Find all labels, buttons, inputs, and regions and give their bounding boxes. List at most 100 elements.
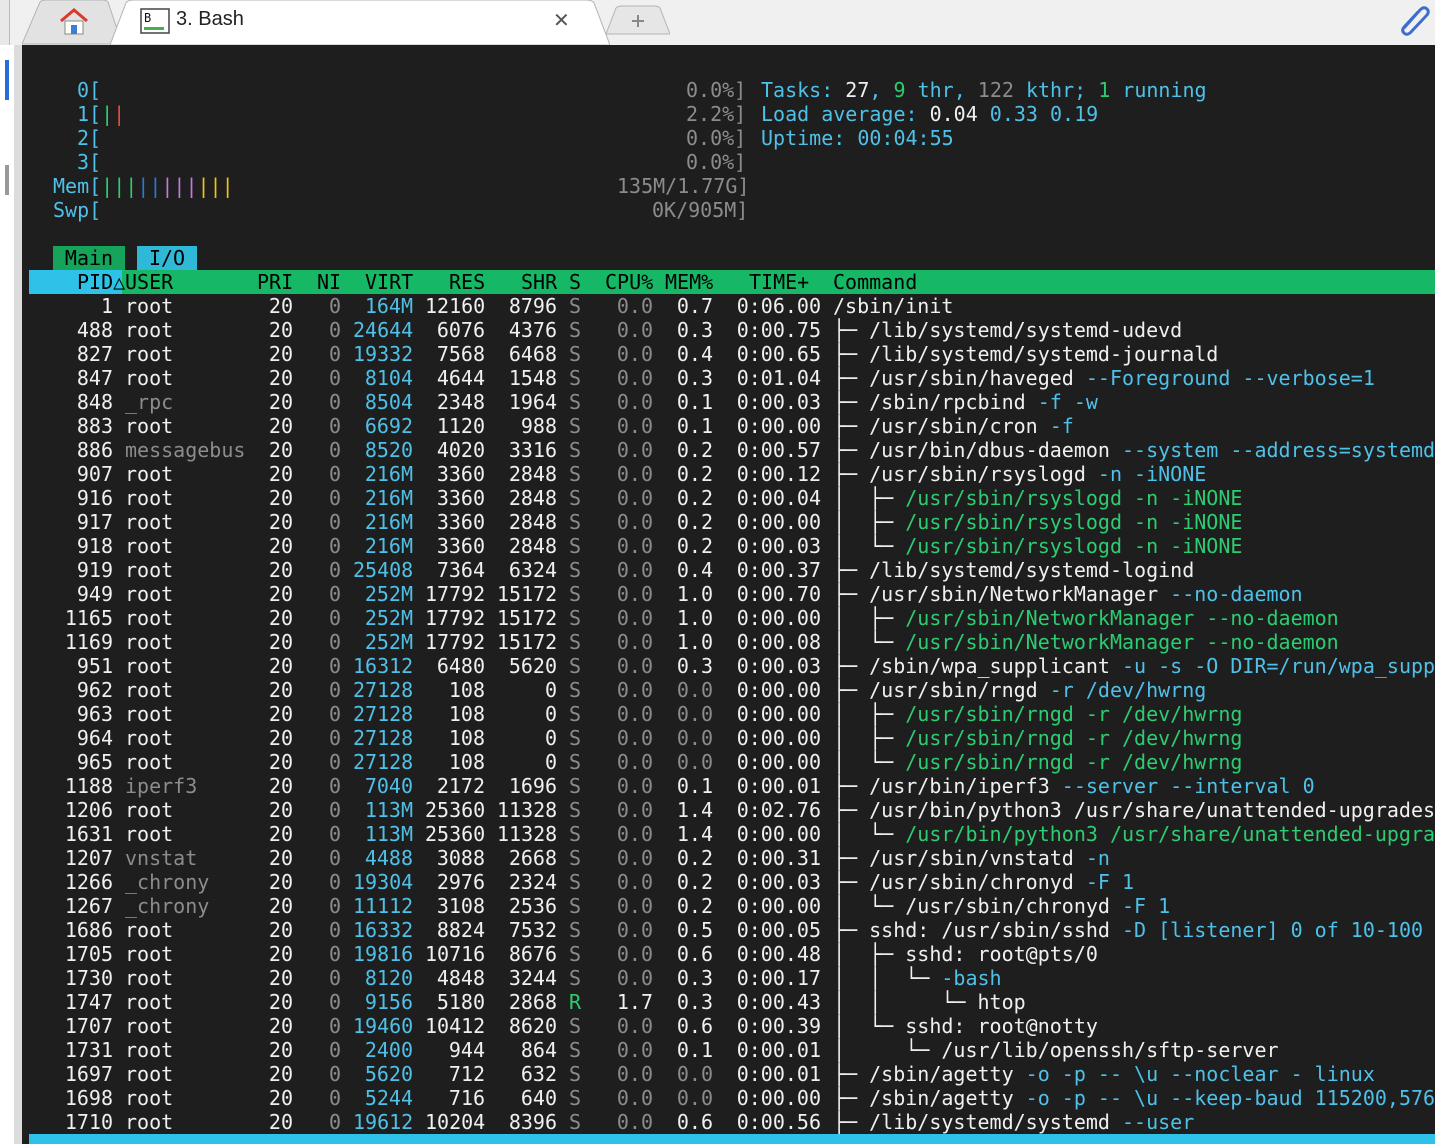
col-virt[interactable]: VIRT bbox=[365, 270, 413, 294]
process-row[interactable]: 848 _rpc 20 0 8504 2348 1964 S 0.0 0.1 0:00.03 ├─ /… bbox=[29, 390, 1435, 414]
process-row[interactable]: 1165 root 20 0 252M 17792 15172 S 0.0 1.0 0:00.00 │… bbox=[29, 606, 1435, 630]
cell-s: S bbox=[569, 702, 582, 726]
tab-main[interactable]: Main bbox=[53, 246, 125, 270]
process-row[interactable]: 1188 iperf3 20 0 7040 2172 1696 S 0.0 0.1 0:00.01 ├… bbox=[29, 774, 1435, 798]
cell-pri: 20 bbox=[268, 342, 293, 366]
paperclip-icon[interactable] bbox=[1396, 2, 1432, 36]
load-average: Load average: 0.04 0.33 0.19 bbox=[761, 102, 1099, 126]
cell-res: 17792 bbox=[425, 582, 486, 606]
cell-pri: 20 bbox=[268, 630, 293, 654]
cell-mem: 0.2 bbox=[676, 438, 713, 462]
cell-virt: 27128 bbox=[353, 702, 414, 726]
cell-ni: 0 bbox=[328, 750, 341, 774]
tab-home[interactable] bbox=[22, 0, 122, 45]
process-row[interactable]: 962 root 20 0 27128 108 0 S 0.0 0.0 0:00.00 ├─ /usr… bbox=[29, 678, 1435, 702]
process-row[interactable]: 1206 root 20 0 113M 25360 11328 S 0.0 1.4 0:02.76 ├… bbox=[29, 798, 1435, 822]
cell-time: 0:00.01 bbox=[736, 774, 821, 798]
col-command[interactable]: Command bbox=[833, 270, 917, 294]
cell-cpu: 0.0 bbox=[616, 534, 653, 558]
process-row[interactable]: 886 messagebus 20 0 8520 4020 3316 S 0.0 0.2 0:00.… bbox=[29, 438, 1435, 462]
selected-row[interactable] bbox=[29, 1134, 1435, 1144]
cell-command: │ ├─ /usr/sbin/NetworkManager --no-daemo… bbox=[833, 606, 1339, 630]
cell-res: 3360 bbox=[436, 462, 485, 486]
cell-pid: 886 bbox=[76, 438, 113, 462]
process-row[interactable]: 1266 _chrony 20 0 19304 2976 2324 S 0.0 0.2 0:00.0… bbox=[29, 870, 1435, 894]
process-row[interactable]: 1267 _chrony 20 0 11112 3108 2536 S 0.0 0.2 0:00.0… bbox=[29, 894, 1435, 918]
tree-connector: │ └─ bbox=[833, 1014, 906, 1038]
cell-user: root bbox=[125, 990, 174, 1014]
process-row[interactable]: 1697 root 20 0 5620 712 632 S 0.0 0.0 0:00.01 ├─ /s… bbox=[29, 1062, 1435, 1086]
process-row[interactable]: 916 root 20 0 216M 3360 2848 S 0.0 0.2 0:00.04 │ ├─… bbox=[29, 486, 1435, 510]
cell-pri: 20 bbox=[268, 870, 293, 894]
cell-ni: 0 bbox=[328, 846, 341, 870]
cell-cpu: 0.0 bbox=[616, 342, 653, 366]
process-row[interactable]: 1710 root 20 0 19612 10204 8396 S 0.0 0.6 0:00.56 ├… bbox=[29, 1110, 1435, 1134]
tasks-summary: Tasks: 27, 9 thr, 122 kthr; 1 running bbox=[761, 78, 1207, 102]
process-row[interactable]: 1730 root 20 0 8120 4848 3244 S 0.0 0.3 0:00.17 │ │… bbox=[29, 966, 1435, 990]
cell-time: 0:00.00 bbox=[736, 702, 821, 726]
col-cpu[interactable]: CPU% bbox=[605, 270, 653, 294]
cell-virt: 8520 bbox=[364, 438, 413, 462]
cell-time: 0:00.03 bbox=[736, 870, 821, 894]
cell-virt: 216M bbox=[364, 510, 413, 534]
terminal-area[interactable]: 0[ 0.0%] 1[|| 2.2%] 2[ 0.0%] 3[ 0.0%] Me… bbox=[0, 45, 1435, 1144]
col-ni[interactable]: NI bbox=[317, 270, 341, 294]
col-state[interactable]: S bbox=[569, 270, 581, 294]
process-row[interactable]: 919 root 20 0 25408 7364 6324 S 0.0 0.4 0:00.37 ├─ … bbox=[29, 558, 1435, 582]
col-shr[interactable]: SHR bbox=[521, 270, 557, 294]
process-row[interactable]: 965 root 20 0 27128 108 0 S 0.0 0.0 0:00.00 │ └─ /u… bbox=[29, 750, 1435, 774]
cell-user: root bbox=[125, 654, 174, 678]
process-row[interactable]: 1686 root 20 0 16332 8824 7532 S 0.0 0.5 0:00.05 ├─… bbox=[29, 918, 1435, 942]
process-row[interactable]: 917 root 20 0 216M 3360 2848 S 0.0 0.2 0:00.00 │ ├─… bbox=[29, 510, 1435, 534]
cell-pri: 20 bbox=[268, 390, 293, 414]
col-user[interactable]: USER bbox=[125, 270, 173, 294]
process-row[interactable]: 964 root 20 0 27128 108 0 S 0.0 0.0 0:00.00 │ ├─ /u… bbox=[29, 726, 1435, 750]
cell-command: ├─ /sbin/agetty -o -p -- \u --keep-baud … bbox=[833, 1086, 1435, 1110]
cell-pid: 918 bbox=[76, 534, 113, 558]
process-row[interactable]: 1 root 20 0 164M 12160 8796 S 0.0 0.7 0:06.00/sbin… bbox=[29, 294, 1435, 318]
tree-connector: ├─ bbox=[833, 918, 870, 942]
cell-cpu: 0.0 bbox=[616, 750, 653, 774]
cell-pri: 20 bbox=[268, 606, 293, 630]
process-row[interactable]: 1747 root 20 0 9156 5180 2868 R 1.7 0.3 0:00.43 │ │… bbox=[29, 990, 1435, 1014]
cell-pid: 1266 bbox=[64, 870, 113, 894]
col-time[interactable]: TIME+ bbox=[749, 270, 809, 294]
cpu-meter-0: 0[ bbox=[77, 78, 102, 102]
process-row[interactable]: 1698 root 20 0 5244 716 640 S 0.0 0.0 0:00.00 ├─ /s… bbox=[29, 1086, 1435, 1110]
cell-virt: 8120 bbox=[364, 966, 413, 990]
cell-time: 0:00.39 bbox=[736, 1014, 821, 1038]
process-row[interactable]: 918 root 20 0 216M 3360 2848 S 0.0 0.2 0:00.03 │ └─… bbox=[29, 534, 1435, 558]
tab-bash[interactable]: B 3. Bash ✕ bbox=[110, 0, 610, 45]
cell-user: vnstat bbox=[125, 846, 198, 870]
cell-shr: 632 bbox=[520, 1062, 557, 1086]
process-row[interactable]: 1731 root 20 0 2400 944 864 S 0.0 0.1 0:00.01 │ └─ … bbox=[29, 1038, 1435, 1062]
process-row[interactable]: 1705 root 20 0 19816 10716 8676 S 0.0 0.6 0:00.48 │… bbox=[29, 942, 1435, 966]
cell-pid: 847 bbox=[76, 366, 113, 390]
process-row[interactable]: 1707 root 20 0 19460 10412 8620 S 0.0 0.6 0:00.39 │… bbox=[29, 1014, 1435, 1038]
process-row[interactable]: 488 root 20 0 24644 6076 4376 S 0.0 0.3 0:00.75 ├─ … bbox=[29, 318, 1435, 342]
process-row[interactable]: 963 root 20 0 27128 108 0 S 0.0 0.0 0:00.00 │ ├─ /u… bbox=[29, 702, 1435, 726]
cell-time: 0:00.75 bbox=[736, 318, 821, 342]
process-row[interactable]: 883 root 20 0 6692 1120 988 S 0.0 0.1 0:00.00 ├─ /u… bbox=[29, 414, 1435, 438]
process-row[interactable]: 1207 vnstat 20 0 4488 3088 2668 S 0.0 0.2 0:00.31 ├… bbox=[29, 846, 1435, 870]
cell-command: │ ├─ /usr/sbin/rsyslogd -n -iNONE bbox=[833, 510, 1242, 534]
col-pid[interactable]: PID△ bbox=[77, 270, 125, 294]
process-row[interactable]: 951 root 20 0 16312 6480 5620 S 0.0 0.3 0:00.03 ├─ … bbox=[29, 654, 1435, 678]
process-row[interactable]: 1169 root 20 0 252M 17792 15172 S 0.0 1.0 0:00.08 │… bbox=[29, 630, 1435, 654]
tab-io[interactable]: I/O bbox=[137, 246, 197, 270]
col-mem[interactable]: MEM% bbox=[665, 270, 713, 294]
process-row[interactable]: 1631 root 20 0 113M 25360 11328 S 0.0 1.4 0:00.00 │… bbox=[29, 822, 1435, 846]
process-row[interactable]: 907 root 20 0 216M 3360 2848 S 0.0 0.2 0:00.12 ├─ /… bbox=[29, 462, 1435, 486]
new-tab-button[interactable] bbox=[606, 5, 670, 35]
process-row[interactable]: 847 root 20 0 8104 4644 1548 S 0.0 0.3 0:01.04 ├─ /… bbox=[29, 366, 1435, 390]
cell-user: root bbox=[125, 342, 174, 366]
process-row[interactable]: 827 root 20 0 19332 7568 6468 S 0.0 0.4 0:00.65 ├─ … bbox=[29, 342, 1435, 366]
svg-text:B: B bbox=[144, 11, 151, 25]
col-res[interactable]: RES bbox=[449, 270, 485, 294]
close-icon[interactable]: ✕ bbox=[553, 9, 570, 31]
process-row[interactable]: 949 root 20 0 252M 17792 15172 S 0.0 1.0 0:00.70 ├─… bbox=[29, 582, 1435, 606]
cell-user: root bbox=[125, 1110, 174, 1134]
cell-ni: 0 bbox=[328, 318, 341, 342]
cell-virt: 252M bbox=[364, 630, 413, 654]
col-pri[interactable]: PRI bbox=[257, 270, 293, 294]
